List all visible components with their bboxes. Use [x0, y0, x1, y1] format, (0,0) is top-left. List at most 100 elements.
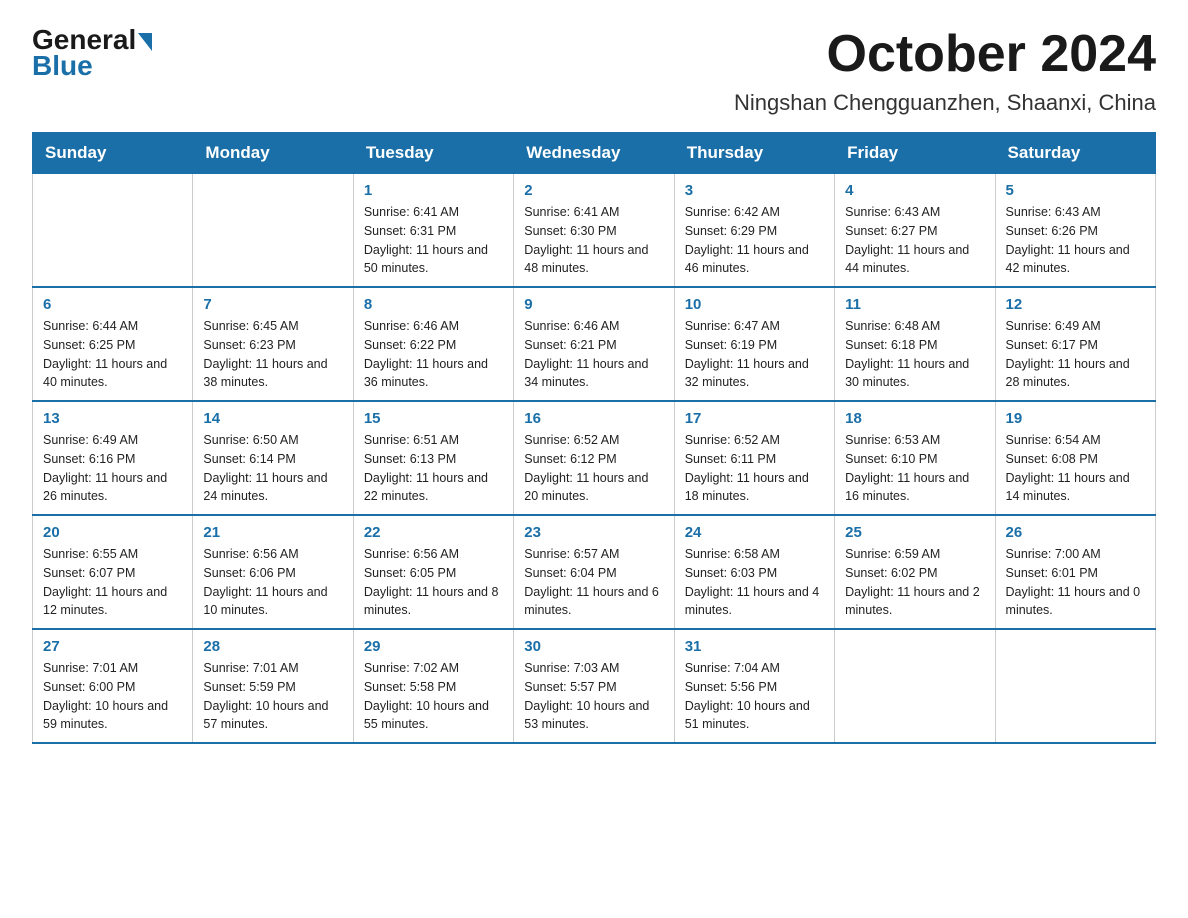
calendar-cell: 11 Sunrise: 6:48 AM Sunset: 6:18 PM Dayli…	[835, 287, 995, 401]
calendar-cell: 29 Sunrise: 7:02 AM Sunset: 5:58 PM Dayli…	[353, 629, 513, 743]
day-info: Sunrise: 6:52 AM Sunset: 6:12 PM Dayligh…	[524, 431, 663, 506]
day-info: Sunrise: 6:41 AM Sunset: 6:31 PM Dayligh…	[364, 203, 503, 278]
calendar-header-friday: Friday	[835, 133, 995, 174]
day-info: Sunrise: 7:00 AM Sunset: 6:01 PM Dayligh…	[1006, 545, 1145, 620]
calendar-week-row: 27Sunrise: 7:01 AM Sunset: 6:00 PM Dayli…	[33, 629, 1156, 743]
day-number: 13	[43, 410, 182, 427]
day-number: 10	[685, 296, 824, 313]
day-number: 4	[845, 182, 984, 199]
calendar-week-row: 20 Sunrise: 6:55 AM Sunset: 6:07 PM Dayli…	[33, 515, 1156, 629]
day-number: 9	[524, 296, 663, 313]
day-number: 12	[1006, 296, 1145, 313]
day-number: 11	[845, 296, 984, 313]
calendar-header-row: SundayMondayTuesdayWednesdayThursdayFrid…	[33, 133, 1156, 174]
logo-blue-text: Blue	[32, 50, 93, 82]
day-info: Sunrise: 7:01 AM Sunset: 5:59 PM Dayligh…	[203, 659, 342, 734]
calendar-cell: 18Sunrise: 6:53 AM Sunset: 6:10 PM Dayli…	[835, 401, 995, 515]
calendar-cell: 8 Sunrise: 6:46 AM Sunset: 6:22 PM Daylig…	[353, 287, 513, 401]
calendar-week-row: 1 Sunrise: 6:41 AM Sunset: 6:31 PM Daylig…	[33, 174, 1156, 288]
day-info: Sunrise: 6:41 AM Sunset: 6:30 PM Dayligh…	[524, 203, 663, 278]
calendar-cell	[33, 174, 193, 288]
calendar-week-row: 13 Sunrise: 6:49 AM Sunset: 6:16 PM Dayli…	[33, 401, 1156, 515]
calendar-cell: 17 Sunrise: 6:52 AM Sunset: 6:11 PM Dayli…	[674, 401, 834, 515]
day-number: 28	[203, 638, 342, 655]
calendar-cell: 6 Sunrise: 6:44 AM Sunset: 6:25 PM Daylig…	[33, 287, 193, 401]
day-info: Sunrise: 7:04 AM Sunset: 5:56 PM Dayligh…	[685, 659, 824, 734]
logo: General Blue	[32, 24, 152, 82]
calendar-header-sunday: Sunday	[33, 133, 193, 174]
calendar-cell: 31 Sunrise: 7:04 AM Sunset: 5:56 PM Dayli…	[674, 629, 834, 743]
day-number: 22	[364, 524, 503, 541]
day-info: Sunrise: 6:46 AM Sunset: 6:21 PM Dayligh…	[524, 317, 663, 392]
page-header: General Blue October 2024	[32, 24, 1156, 84]
day-info: Sunrise: 6:47 AM Sunset: 6:19 PM Dayligh…	[685, 317, 824, 392]
calendar-cell: 2 Sunrise: 6:41 AM Sunset: 6:30 PM Daylig…	[514, 174, 674, 288]
calendar-week-row: 6 Sunrise: 6:44 AM Sunset: 6:25 PM Daylig…	[33, 287, 1156, 401]
day-info: Sunrise: 6:54 AM Sunset: 6:08 PM Dayligh…	[1006, 431, 1145, 506]
calendar-cell: 3Sunrise: 6:42 AM Sunset: 6:29 PM Daylig…	[674, 174, 834, 288]
calendar-cell: 4 Sunrise: 6:43 AM Sunset: 6:27 PM Daylig…	[835, 174, 995, 288]
day-number: 19	[1006, 410, 1145, 427]
day-number: 1	[364, 182, 503, 199]
calendar-cell: 16Sunrise: 6:52 AM Sunset: 6:12 PM Dayli…	[514, 401, 674, 515]
day-number: 30	[524, 638, 663, 655]
day-number: 31	[685, 638, 824, 655]
page-title: October 2024	[827, 24, 1157, 84]
day-info: Sunrise: 6:52 AM Sunset: 6:11 PM Dayligh…	[685, 431, 824, 506]
day-number: 8	[364, 296, 503, 313]
calendar-cell: 7 Sunrise: 6:45 AM Sunset: 6:23 PM Daylig…	[193, 287, 353, 401]
day-number: 6	[43, 296, 182, 313]
calendar-cell: 19 Sunrise: 6:54 AM Sunset: 6:08 PM Dayli…	[995, 401, 1155, 515]
day-info: Sunrise: 6:48 AM Sunset: 6:18 PM Dayligh…	[845, 317, 984, 392]
calendar-header-tuesday: Tuesday	[353, 133, 513, 174]
day-info: Sunrise: 6:44 AM Sunset: 6:25 PM Dayligh…	[43, 317, 182, 392]
day-number: 26	[1006, 524, 1145, 541]
day-number: 17	[685, 410, 824, 427]
day-number: 24	[685, 524, 824, 541]
day-info: Sunrise: 6:49 AM Sunset: 6:16 PM Dayligh…	[43, 431, 182, 506]
calendar-cell: 30 Sunrise: 7:03 AM Sunset: 5:57 PM Dayli…	[514, 629, 674, 743]
calendar-cell	[193, 174, 353, 288]
day-number: 7	[203, 296, 342, 313]
calendar-cell: 23Sunrise: 6:57 AM Sunset: 6:04 PM Dayli…	[514, 515, 674, 629]
calendar-header-monday: Monday	[193, 133, 353, 174]
day-info: Sunrise: 7:03 AM Sunset: 5:57 PM Dayligh…	[524, 659, 663, 734]
day-info: Sunrise: 6:55 AM Sunset: 6:07 PM Dayligh…	[43, 545, 182, 620]
day-info: Sunrise: 6:53 AM Sunset: 6:10 PM Dayligh…	[845, 431, 984, 506]
day-info: Sunrise: 6:45 AM Sunset: 6:23 PM Dayligh…	[203, 317, 342, 392]
day-number: 2	[524, 182, 663, 199]
calendar-cell: 22Sunrise: 6:56 AM Sunset: 6:05 PM Dayli…	[353, 515, 513, 629]
day-info: Sunrise: 6:46 AM Sunset: 6:22 PM Dayligh…	[364, 317, 503, 392]
calendar-cell: 5Sunrise: 6:43 AM Sunset: 6:26 PM Daylig…	[995, 174, 1155, 288]
day-number: 23	[524, 524, 663, 541]
calendar-cell: 20 Sunrise: 6:55 AM Sunset: 6:07 PM Dayli…	[33, 515, 193, 629]
day-number: 27	[43, 638, 182, 655]
day-info: Sunrise: 6:56 AM Sunset: 6:06 PM Dayligh…	[203, 545, 342, 620]
day-info: Sunrise: 6:58 AM Sunset: 6:03 PM Dayligh…	[685, 545, 824, 620]
logo-arrow-icon	[138, 33, 152, 51]
calendar-header-thursday: Thursday	[674, 133, 834, 174]
day-number: 25	[845, 524, 984, 541]
calendar-cell: 9 Sunrise: 6:46 AM Sunset: 6:21 PM Daylig…	[514, 287, 674, 401]
calendar-cell: 26 Sunrise: 7:00 AM Sunset: 6:01 PM Dayli…	[995, 515, 1155, 629]
calendar-cell: 27Sunrise: 7:01 AM Sunset: 6:00 PM Dayli…	[33, 629, 193, 743]
day-number: 29	[364, 638, 503, 655]
day-info: Sunrise: 7:02 AM Sunset: 5:58 PM Dayligh…	[364, 659, 503, 734]
day-info: Sunrise: 6:51 AM Sunset: 6:13 PM Dayligh…	[364, 431, 503, 506]
day-number: 3	[685, 182, 824, 199]
calendar-cell: 14 Sunrise: 6:50 AM Sunset: 6:14 PM Dayli…	[193, 401, 353, 515]
calendar-header-wednesday: Wednesday	[514, 133, 674, 174]
calendar-header-saturday: Saturday	[995, 133, 1155, 174]
calendar-cell: 1 Sunrise: 6:41 AM Sunset: 6:31 PM Daylig…	[353, 174, 513, 288]
day-number: 21	[203, 524, 342, 541]
calendar-cell	[835, 629, 995, 743]
calendar-cell: 15Sunrise: 6:51 AM Sunset: 6:13 PM Dayli…	[353, 401, 513, 515]
calendar-cell: 25 Sunrise: 6:59 AM Sunset: 6:02 PM Dayli…	[835, 515, 995, 629]
day-info: Sunrise: 6:50 AM Sunset: 6:14 PM Dayligh…	[203, 431, 342, 506]
day-info: Sunrise: 6:59 AM Sunset: 6:02 PM Dayligh…	[845, 545, 984, 620]
day-info: Sunrise: 6:43 AM Sunset: 6:27 PM Dayligh…	[845, 203, 984, 278]
day-number: 20	[43, 524, 182, 541]
day-number: 14	[203, 410, 342, 427]
calendar-cell: 21 Sunrise: 6:56 AM Sunset: 6:06 PM Dayli…	[193, 515, 353, 629]
day-number: 5	[1006, 182, 1145, 199]
